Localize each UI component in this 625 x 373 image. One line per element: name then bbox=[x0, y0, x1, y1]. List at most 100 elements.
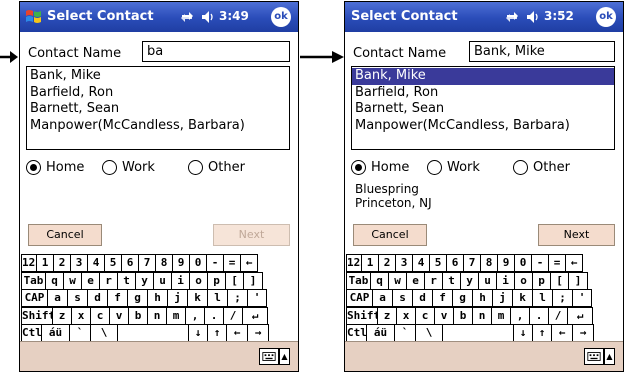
down-arrow-key[interactable]: ↓ bbox=[188, 324, 208, 342]
key-shift[interactable]: Shift bbox=[346, 306, 378, 325]
key-cap[interactable]: CAP bbox=[346, 289, 373, 307]
key-w[interactable]: w bbox=[63, 271, 82, 290]
key-tab[interactable]: Tab bbox=[21, 271, 46, 290]
clock[interactable]: 3:49 bbox=[219, 9, 249, 23]
key-[[interactable]: [ bbox=[225, 271, 244, 290]
list-item-selected[interactable]: Bank, Mike bbox=[352, 68, 614, 85]
key-1[interactable]: 1 bbox=[361, 254, 379, 272]
radio-home[interactable]: Home bbox=[351, 158, 409, 176]
key-t[interactable]: t bbox=[117, 271, 136, 290]
ok-button[interactable]: ok bbox=[271, 7, 291, 27]
right-arrow-key[interactable]: → bbox=[572, 324, 594, 342]
key-áü[interactable]: áü bbox=[41, 324, 70, 342]
radio-button[interactable] bbox=[427, 159, 442, 175]
key-k[interactable]: k bbox=[512, 289, 533, 307]
radio-button[interactable] bbox=[188, 159, 203, 175]
key-ctl[interactable]: Ctl bbox=[21, 324, 42, 342]
radio-button[interactable] bbox=[26, 159, 41, 175]
key-2[interactable]: 2 bbox=[378, 254, 396, 272]
contact-name-input[interactable]: ba bbox=[142, 41, 290, 62]
key-áü[interactable]: áü bbox=[366, 324, 395, 342]
key-'[interactable]: ' bbox=[247, 289, 267, 307]
key-123[interactable]: 123 bbox=[21, 254, 37, 272]
key-f[interactable]: f bbox=[107, 289, 128, 307]
key-y[interactable]: y bbox=[135, 271, 154, 290]
key-7[interactable]: 7 bbox=[138, 254, 156, 272]
radio-button[interactable] bbox=[102, 159, 117, 175]
up-arrow-key[interactable]: ↑ bbox=[207, 324, 227, 342]
key-m[interactable]: m bbox=[491, 306, 511, 325]
key-j[interactable]: j bbox=[167, 289, 188, 307]
next-button[interactable]: Next bbox=[538, 224, 615, 246]
key-.[interactable]: . bbox=[529, 306, 549, 325]
key-w[interactable]: w bbox=[388, 271, 407, 290]
key-e[interactable]: e bbox=[406, 271, 425, 290]
key-z[interactable]: z bbox=[52, 306, 72, 325]
key-\[interactable]: \ bbox=[90, 324, 118, 342]
key-r[interactable]: r bbox=[424, 271, 443, 290]
key-/[interactable]: / bbox=[223, 306, 243, 325]
connectivity-icon[interactable] bbox=[180, 10, 194, 24]
key-n[interactable]: n bbox=[147, 306, 167, 325]
key-9[interactable]: 9 bbox=[497, 254, 515, 272]
key-s[interactable]: s bbox=[392, 289, 413, 307]
key-v[interactable]: v bbox=[109, 306, 129, 325]
key-5[interactable]: 5 bbox=[104, 254, 122, 272]
radio-other[interactable]: Other bbox=[188, 158, 245, 176]
key-8[interactable]: 8 bbox=[155, 254, 173, 272]
key-i[interactable]: i bbox=[496, 271, 515, 290]
key-tab[interactable]: Tab bbox=[346, 271, 371, 290]
key-`[interactable]: ` bbox=[69, 324, 91, 342]
radio-work[interactable]: Work bbox=[427, 158, 480, 176]
space-key[interactable] bbox=[442, 324, 514, 342]
key-d[interactable]: d bbox=[87, 289, 108, 307]
windows-flag-icon[interactable] bbox=[25, 8, 42, 25]
keyboard-icon[interactable] bbox=[259, 348, 279, 365]
enter-key[interactable]: ↵ bbox=[567, 306, 593, 325]
connectivity-icon[interactable] bbox=[505, 10, 519, 24]
key--[interactable]: - bbox=[531, 254, 549, 272]
key-f[interactable]: f bbox=[432, 289, 453, 307]
key-7[interactable]: 7 bbox=[463, 254, 481, 272]
key-][interactable]: ] bbox=[568, 271, 588, 290]
clock[interactable]: 3:52 bbox=[544, 9, 574, 23]
key-3[interactable]: 3 bbox=[395, 254, 413, 272]
key-3[interactable]: 3 bbox=[70, 254, 88, 272]
key-v[interactable]: v bbox=[434, 306, 454, 325]
key-q[interactable]: q bbox=[45, 271, 64, 290]
backspace-key[interactable]: ← bbox=[565, 254, 583, 272]
key-u[interactable]: u bbox=[153, 271, 172, 290]
key-i[interactable]: i bbox=[171, 271, 190, 290]
enter-key[interactable]: ↵ bbox=[242, 306, 268, 325]
key-c[interactable]: c bbox=[415, 306, 435, 325]
up-arrow-key[interactable]: ↑ bbox=[532, 324, 552, 342]
list-item[interactable]: Barfield, Ron bbox=[352, 85, 614, 102]
cancel-button[interactable]: Cancel bbox=[28, 224, 102, 246]
key-h[interactable]: h bbox=[147, 289, 168, 307]
key-'[interactable]: ' bbox=[572, 289, 592, 307]
key-m[interactable]: m bbox=[166, 306, 186, 325]
key-cap[interactable]: CAP bbox=[21, 289, 48, 307]
key-g[interactable]: g bbox=[127, 289, 148, 307]
key-4[interactable]: 4 bbox=[412, 254, 430, 272]
key-o[interactable]: o bbox=[189, 271, 208, 290]
key-c[interactable]: c bbox=[90, 306, 110, 325]
key-l[interactable]: l bbox=[532, 289, 553, 307]
right-arrow-key[interactable]: → bbox=[247, 324, 269, 342]
key-d[interactable]: d bbox=[412, 289, 433, 307]
key-/[interactable]: / bbox=[548, 306, 568, 325]
key-r[interactable]: r bbox=[99, 271, 118, 290]
key-z[interactable]: z bbox=[377, 306, 397, 325]
key-y[interactable]: y bbox=[460, 271, 479, 290]
key-123[interactable]: 123 bbox=[346, 254, 362, 272]
key-x[interactable]: x bbox=[71, 306, 91, 325]
key-4[interactable]: 4 bbox=[87, 254, 105, 272]
radio-other[interactable]: Other bbox=[513, 158, 570, 176]
key--[interactable]: - bbox=[206, 254, 224, 272]
contact-list[interactable]: Bank, Mike Barfield, Ron Barnett, Sean M… bbox=[26, 66, 290, 150]
key-shift[interactable]: Shift bbox=[21, 306, 53, 325]
key-8[interactable]: 8 bbox=[480, 254, 498, 272]
backspace-key[interactable]: ← bbox=[226, 324, 248, 342]
radio-home[interactable]: Home bbox=[26, 158, 84, 176]
key-=[interactable]: = bbox=[548, 254, 566, 272]
